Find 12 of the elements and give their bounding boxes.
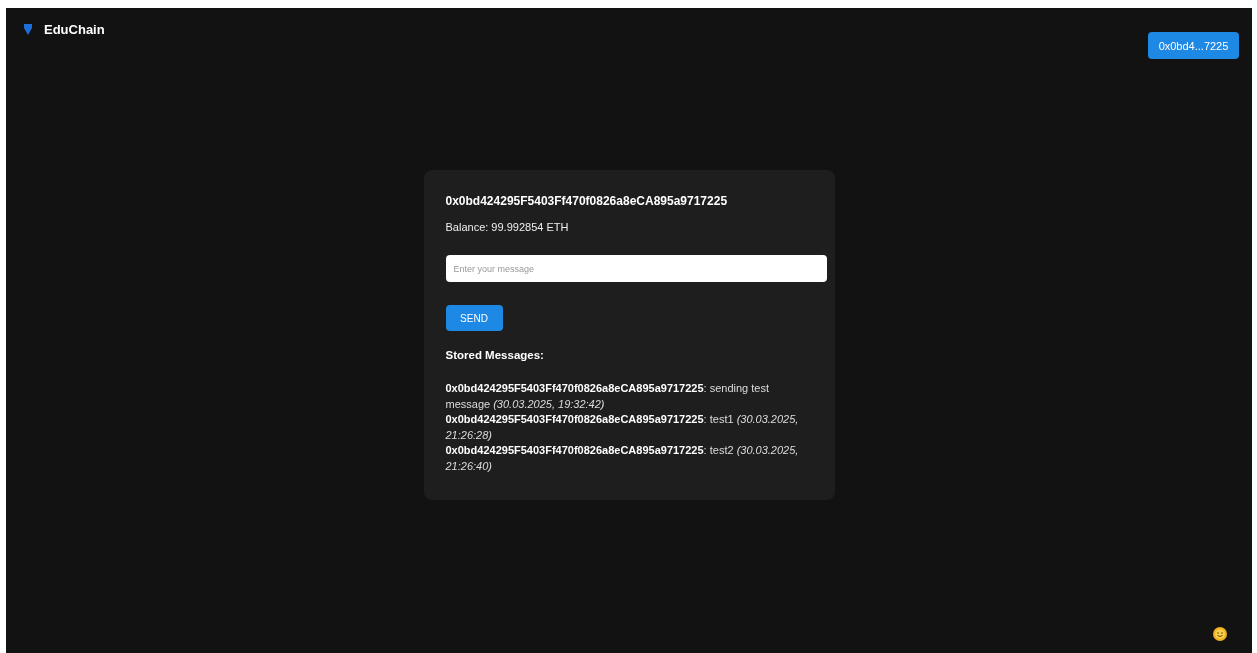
stored-message: 0x0bd424295F5403Ff470f0826a8eCA895a9717225: test1 (30.03.2025, 21:26:28) — [445, 412, 800, 443]
message-input[interactable]: Enter your message — [445, 255, 827, 282]
balance-text: Balance: 99.992854 ETH — [445, 221, 570, 233]
brand-name: EduChain — [44, 22, 105, 37]
stored-message: 0x0bd424295F5403Ff470f0826a8eCA895a9717225: sending test message (30.03.2025, 19:32:42) — [445, 381, 771, 412]
account-address: 0x0bd424295F5403Ff470f0826a8eCA895a9717225 — [445, 194, 729, 208]
sun-face-icon[interactable] — [1212, 626, 1228, 642]
stored-message: 0x0bd424295F5403Ff470f0826a8eCA895a9717225: test2 (30.03.2025, 21:26:40) — [445, 443, 800, 474]
send-button[interactable]: SEND — [445, 305, 503, 331]
wallet-button[interactable]: 0x0bd4...7225 — [1148, 32, 1239, 59]
logo-icon — [24, 24, 32, 35]
messages-heading: Stored Messages: — [445, 349, 545, 361]
